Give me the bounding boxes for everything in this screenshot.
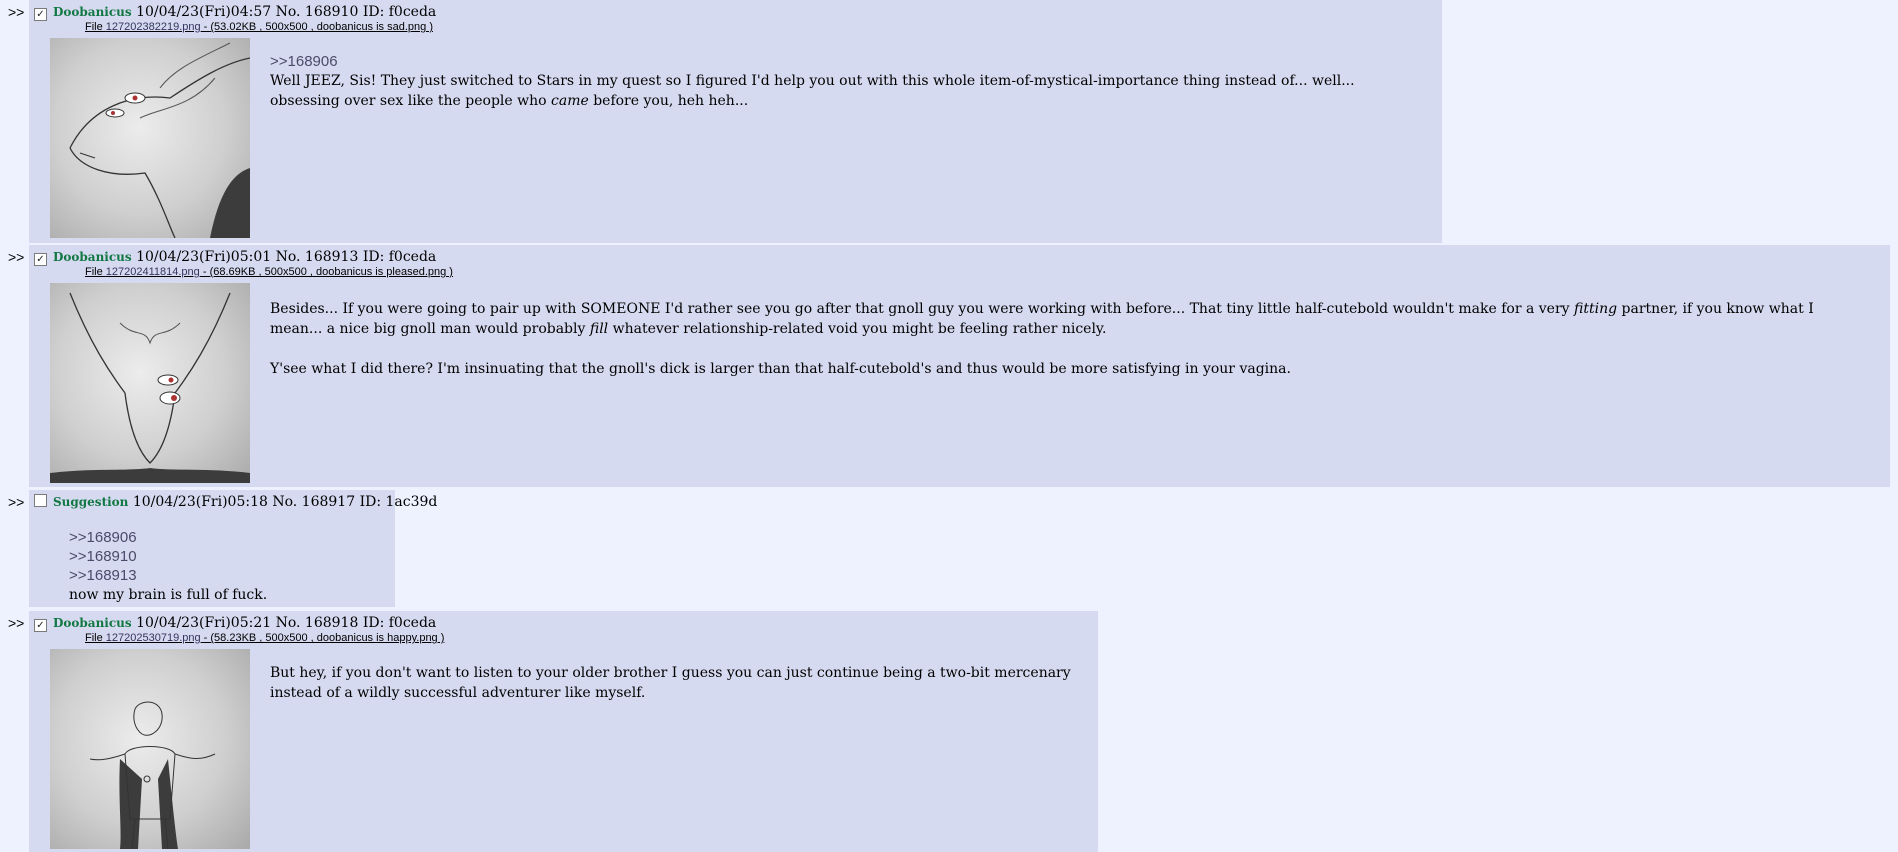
reply-box: ✓ Doobanicus 10/04/23(Fri)05:21 No. 16891… <box>29 611 1098 852</box>
file-info: File 127202530719.png - (58.23KB , 500x5… <box>85 632 444 644</box>
reply-box: Suggestion 10/04/23(Fri)05:18 No. 168917… <box>29 490 437 607</box>
file-info: File 127202382219.png - (53.02KB , 500x5… <box>85 21 433 33</box>
poster-id: ID: f0ceda <box>362 249 437 265</box>
post-number[interactable]: No. 168918 <box>276 615 359 631</box>
post-body: >>168906 Well JEEZ, Sis! They just switc… <box>270 52 1420 111</box>
file-prefix: File <box>85 21 106 33</box>
quote-link[interactable]: >>168910 <box>69 547 389 566</box>
reply-box: ✓ Doobanicus 10/04/23(Fri)04:57 No. 16891… <box>29 0 1442 243</box>
reply-arrows: >> <box>8 4 25 20</box>
file-prefix: File <box>85 266 106 278</box>
reply-arrows: >> <box>8 615 25 631</box>
poster-name: Doobanicus <box>53 5 132 19</box>
post-168910: >> ✓ Doobanicus 10/04/23(Fri)04:57 No. 16… <box>0 0 1442 243</box>
post-number[interactable]: No. 168917 <box>272 494 355 510</box>
post-message: Well JEEZ, Sis! They just switched to St… <box>270 71 1420 111</box>
poster-id: ID: f0ceda <box>362 615 437 631</box>
poster-id: ID: 1ac39d <box>359 494 438 510</box>
post-message: Besides... If you were going to pair up … <box>270 299 1860 339</box>
post-thumbnail[interactable] <box>50 283 250 483</box>
message-emphasis: fill <box>589 321 609 337</box>
message-emphasis: came <box>551 93 589 109</box>
reply-arrows: >> <box>8 494 25 510</box>
post-datetime: 10/04/23(Fri)05:01 <box>136 249 272 265</box>
post-checkbox[interactable]: ✓ <box>34 253 47 266</box>
file-prefix: File <box>85 632 106 644</box>
poster-id: ID: f0ceda <box>362 4 437 20</box>
post-thumbnail[interactable] <box>50 649 250 849</box>
post-body: >>168906 >>168910 >>168913 now my brain … <box>69 528 389 605</box>
message-text: Besides... If you were going to pair up … <box>270 301 1575 317</box>
file-link[interactable]: 127202411814.png <box>106 266 200 278</box>
post-message: Y'see what I did there? I'm insinuating … <box>270 361 1291 377</box>
message-emphasis: fitting <box>1574 301 1618 317</box>
post-checkbox[interactable]: ✓ <box>34 619 47 632</box>
post-datetime: 10/04/23(Fri)04:57 <box>136 4 272 20</box>
post-header: Suggestion 10/04/23(Fri)05:18 No. 168917… <box>34 493 437 511</box>
post-message: now my brain is full of fuck. <box>69 587 268 603</box>
file-link[interactable]: 127202530719.png <box>106 632 201 644</box>
post-datetime: 10/04/23(Fri)05:21 <box>136 615 272 631</box>
post-checkbox[interactable]: ✓ <box>34 8 47 21</box>
post-header: ✓ Doobanicus 10/04/23(Fri)04:57 No. 16891… <box>34 3 436 21</box>
post-168917: >> Suggestion 10/04/23(Fri)05:18 No. 168… <box>0 490 437 607</box>
post-number[interactable]: No. 168910 <box>276 4 359 20</box>
post-message: But hey, if you don't want to listen to … <box>270 665 1071 701</box>
post-header: ✓ Doobanicus 10/04/23(Fri)05:01 No. 16891… <box>34 248 436 266</box>
file-info: File 127202411814.png - (68.69KB , 500x5… <box>85 266 453 278</box>
post-body: But hey, if you don't want to listen to … <box>270 663 1080 703</box>
poster-name: Suggestion <box>53 495 129 509</box>
message-text: Well JEEZ, Sis! They just switched to St… <box>270 73 1355 109</box>
quote-link[interactable]: >>168913 <box>69 566 389 585</box>
post-number[interactable]: No. 168913 <box>276 249 359 265</box>
quote-link[interactable]: >>168906 <box>270 52 1420 71</box>
message-text: whatever relationship-related void you m… <box>608 321 1107 337</box>
poster-name: Doobanicus <box>53 250 132 264</box>
post-checkbox[interactable] <box>34 494 47 507</box>
message-text: before you, heh heh... <box>588 93 749 109</box>
post-datetime: 10/04/23(Fri)05:18 <box>132 494 268 510</box>
file-meta: - (53.02KB , 500x500 , doobanicus is sad… <box>200 21 433 33</box>
reply-arrows: >> <box>8 249 25 265</box>
file-meta: - (68.69KB , 500x500 , doobanicus is ple… <box>199 266 453 278</box>
file-link[interactable]: 127202382219.png <box>106 21 201 33</box>
file-meta: - (58.23KB , 500x500 , doobanicus is hap… <box>200 632 445 644</box>
post-168913: >> ✓ Doobanicus 10/04/23(Fri)05:01 No. 16… <box>0 245 1890 487</box>
quote-link[interactable]: >>168906 <box>69 528 389 547</box>
post-168918: >> ✓ Doobanicus 10/04/23(Fri)05:21 No. 16… <box>0 611 1098 852</box>
poster-name: Doobanicus <box>53 616 132 630</box>
post-thumbnail[interactable] <box>50 38 250 238</box>
reply-box: ✓ Doobanicus 10/04/23(Fri)05:01 No. 16891… <box>29 245 1890 487</box>
post-header: ✓ Doobanicus 10/04/23(Fri)05:21 No. 16891… <box>34 614 436 632</box>
post-body: Besides... If you were going to pair up … <box>270 299 1860 379</box>
